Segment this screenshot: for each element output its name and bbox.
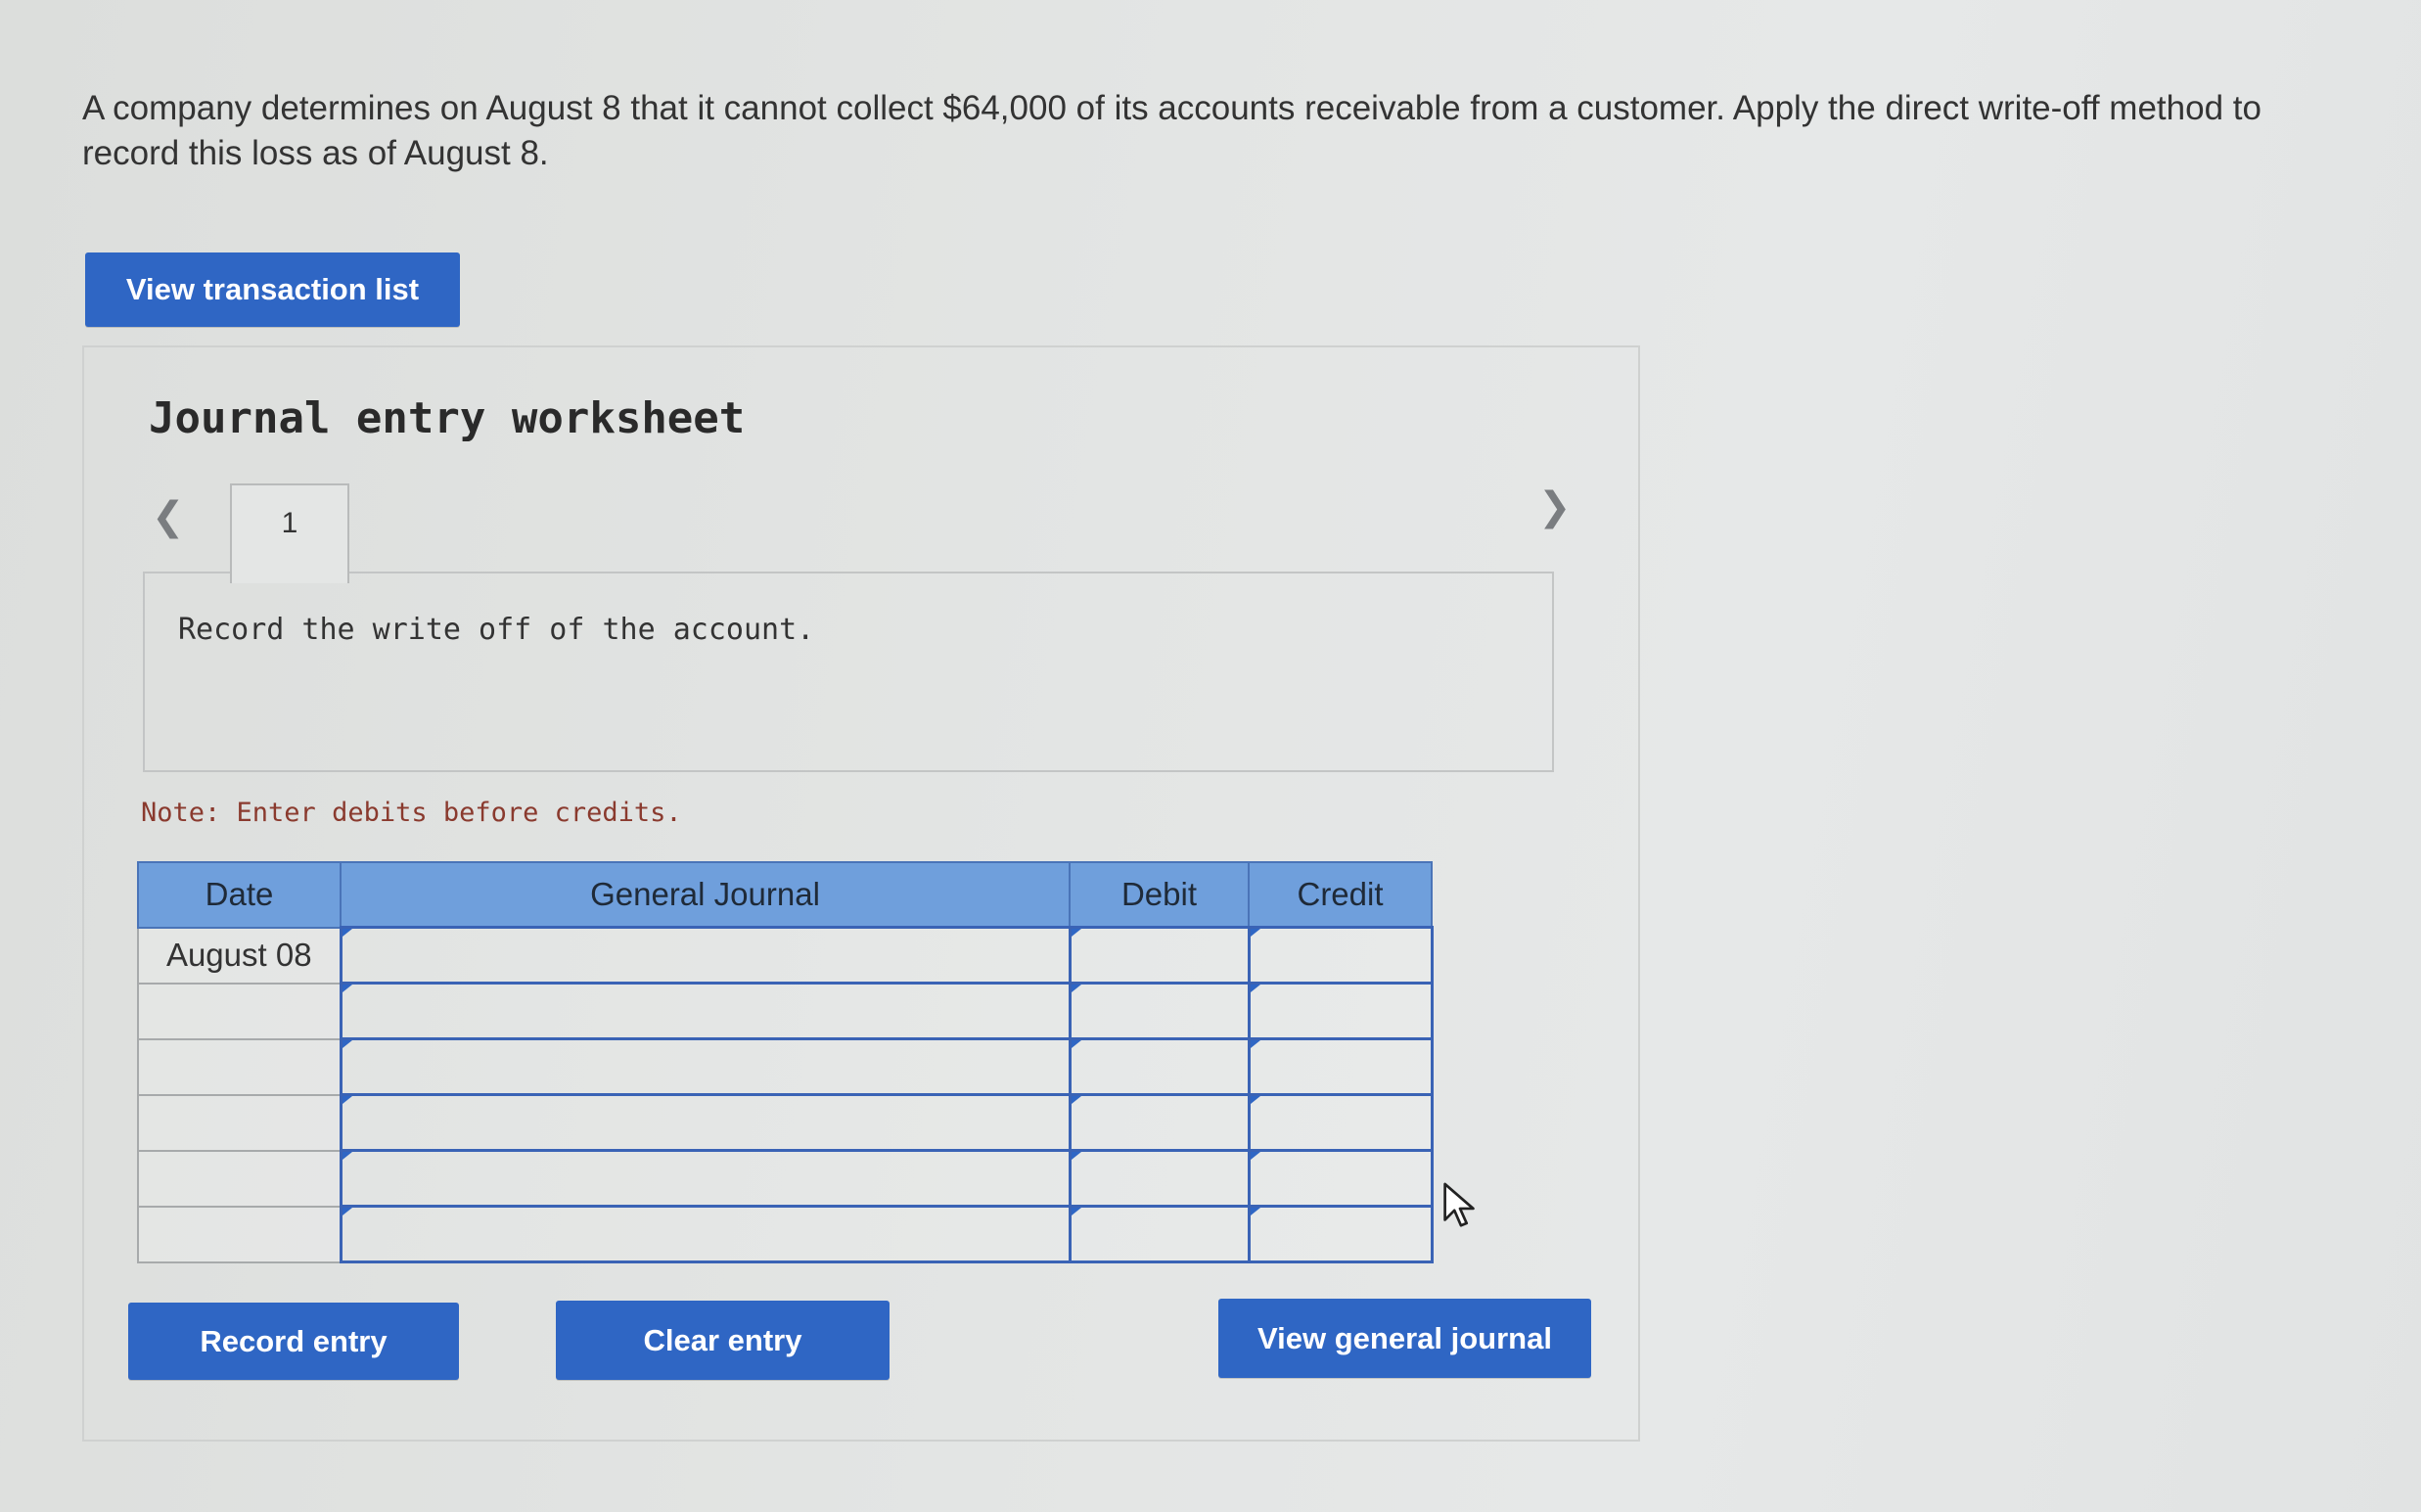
view-transaction-list-button[interactable]: View transaction list xyxy=(85,252,460,327)
journal-table: Date General Journal Debit Credit August… xyxy=(137,861,1434,1263)
worksheet-title: Journal entry worksheet xyxy=(149,393,746,443)
credit-header: Credit xyxy=(1248,861,1433,929)
date-cell xyxy=(137,1093,342,1152)
table-header-row: Date General Journal Debit Credit xyxy=(137,861,1433,929)
date-cell xyxy=(137,982,342,1040)
view-general-journal-button[interactable]: View general journal xyxy=(1218,1299,1591,1378)
credit-input[interactable] xyxy=(1247,1093,1434,1152)
table-row xyxy=(137,1149,1434,1208)
table-row xyxy=(137,1093,1434,1152)
table-row xyxy=(137,1037,1434,1096)
account-select[interactable] xyxy=(339,982,1072,1040)
tab-1[interactable]: 1 xyxy=(230,483,349,583)
account-select[interactable] xyxy=(339,1037,1072,1096)
date-cell xyxy=(137,1149,342,1208)
credit-input[interactable] xyxy=(1247,982,1434,1040)
account-select[interactable] xyxy=(339,1205,1072,1263)
instruction-text: Record the write off of the account. xyxy=(178,613,815,647)
debit-input[interactable] xyxy=(1068,1037,1251,1096)
mouse-pointer-icon xyxy=(1443,1182,1475,1227)
chevron-left-icon[interactable]: ❮ xyxy=(152,494,185,539)
account-select[interactable] xyxy=(339,1149,1072,1208)
debit-input[interactable] xyxy=(1068,982,1251,1040)
account-select[interactable] xyxy=(339,926,1072,985)
table-row: August 08 xyxy=(137,926,1434,985)
general-journal-header: General Journal xyxy=(340,861,1071,929)
date-cell xyxy=(137,1037,342,1096)
credit-input[interactable] xyxy=(1247,926,1434,985)
credit-input[interactable] xyxy=(1247,1205,1434,1263)
table-row xyxy=(137,1205,1434,1263)
date-cell: August 08 xyxy=(137,926,342,985)
clear-entry-button[interactable]: Clear entry xyxy=(556,1301,890,1380)
debit-input[interactable] xyxy=(1068,1149,1251,1208)
record-entry-button[interactable]: Record entry xyxy=(128,1303,459,1380)
tab-label: 1 xyxy=(281,507,298,539)
credit-input[interactable] xyxy=(1247,1037,1434,1096)
credit-input[interactable] xyxy=(1247,1149,1434,1208)
table-row xyxy=(137,982,1434,1040)
account-select[interactable] xyxy=(339,1093,1072,1152)
instruction-box xyxy=(143,572,1554,772)
note-text: Note: Enter debits before credits. xyxy=(141,798,682,828)
debit-input[interactable] xyxy=(1068,1205,1251,1263)
debit-input[interactable] xyxy=(1068,1093,1251,1152)
debit-input[interactable] xyxy=(1068,926,1251,985)
debit-header: Debit xyxy=(1069,861,1250,929)
question-text: A company determines on August 8 that it… xyxy=(82,89,2261,172)
date-cell xyxy=(137,1205,342,1263)
date-header: Date xyxy=(137,861,342,929)
chevron-right-icon[interactable]: ❯ xyxy=(1538,484,1572,529)
